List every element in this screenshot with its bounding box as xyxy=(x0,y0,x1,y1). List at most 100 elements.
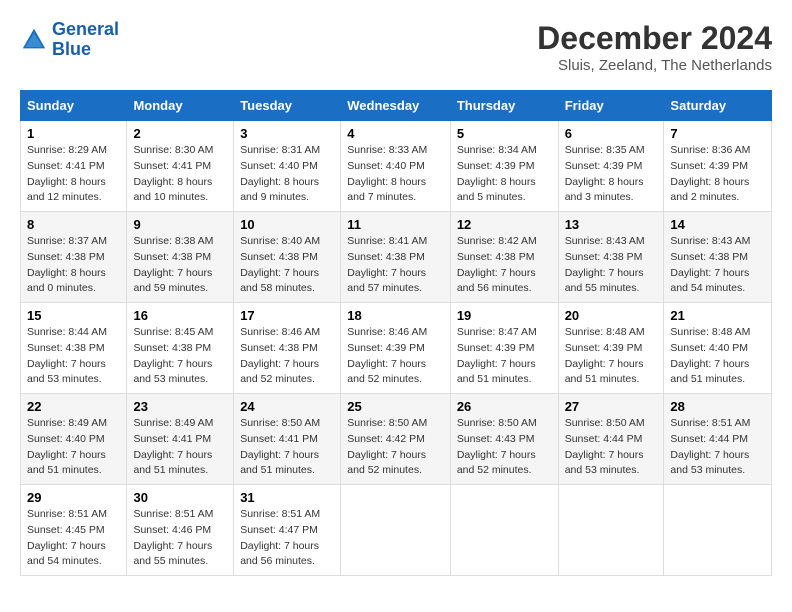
calendar-cell: 13 Sunrise: 8:43 AM Sunset: 4:38 PM Dayl… xyxy=(558,212,664,303)
day-info: Sunrise: 8:50 AM Sunset: 4:42 PM Dayligh… xyxy=(347,416,444,479)
day-info: Sunrise: 8:48 AM Sunset: 4:40 PM Dayligh… xyxy=(670,325,765,388)
calendar-cell: 3 Sunrise: 8:31 AM Sunset: 4:40 PM Dayli… xyxy=(234,121,341,212)
day-info: Sunrise: 8:51 AM Sunset: 4:47 PM Dayligh… xyxy=(240,507,334,570)
calendar-cell: 8 Sunrise: 8:37 AM Sunset: 4:38 PM Dayli… xyxy=(21,212,127,303)
calendar-cell: 28 Sunrise: 8:51 AM Sunset: 4:44 PM Dayl… xyxy=(664,394,772,485)
calendar-cell: 19 Sunrise: 8:47 AM Sunset: 4:39 PM Dayl… xyxy=(450,303,558,394)
calendar-week-row: 8 Sunrise: 8:37 AM Sunset: 4:38 PM Dayli… xyxy=(21,212,772,303)
day-number: 5 xyxy=(457,126,552,141)
calendar-cell: 25 Sunrise: 8:50 AM Sunset: 4:42 PM Dayl… xyxy=(341,394,451,485)
day-info: Sunrise: 8:50 AM Sunset: 4:43 PM Dayligh… xyxy=(457,416,552,479)
day-number: 23 xyxy=(133,399,227,414)
day-info: Sunrise: 8:29 AM Sunset: 4:41 PM Dayligh… xyxy=(27,143,120,206)
day-number: 9 xyxy=(133,217,227,232)
day-info: Sunrise: 8:44 AM Sunset: 4:38 PM Dayligh… xyxy=(27,325,120,388)
day-info: Sunrise: 8:45 AM Sunset: 4:38 PM Dayligh… xyxy=(133,325,227,388)
day-number: 15 xyxy=(27,308,120,323)
day-number: 14 xyxy=(670,217,765,232)
day-number: 4 xyxy=(347,126,444,141)
calendar-week-row: 1 Sunrise: 8:29 AM Sunset: 4:41 PM Dayli… xyxy=(21,121,772,212)
column-header-thursday: Thursday xyxy=(450,91,558,121)
day-number: 13 xyxy=(565,217,658,232)
calendar-cell: 11 Sunrise: 8:41 AM Sunset: 4:38 PM Dayl… xyxy=(341,212,451,303)
calendar-cell xyxy=(341,485,451,576)
calendar-cell: 2 Sunrise: 8:30 AM Sunset: 4:41 PM Dayli… xyxy=(127,121,234,212)
location: Sluis, Zeeland, The Netherlands xyxy=(537,57,772,74)
column-header-monday: Monday xyxy=(127,91,234,121)
day-info: Sunrise: 8:51 AM Sunset: 4:45 PM Dayligh… xyxy=(27,507,120,570)
calendar-cell: 9 Sunrise: 8:38 AM Sunset: 4:38 PM Dayli… xyxy=(127,212,234,303)
day-info: Sunrise: 8:41 AM Sunset: 4:38 PM Dayligh… xyxy=(347,234,444,297)
calendar-cell: 21 Sunrise: 8:48 AM Sunset: 4:40 PM Dayl… xyxy=(664,303,772,394)
logo: General Blue xyxy=(20,20,119,60)
calendar-cell: 22 Sunrise: 8:49 AM Sunset: 4:40 PM Dayl… xyxy=(21,394,127,485)
calendar-cell: 5 Sunrise: 8:34 AM Sunset: 4:39 PM Dayli… xyxy=(450,121,558,212)
calendar-cell: 4 Sunrise: 8:33 AM Sunset: 4:40 PM Dayli… xyxy=(341,121,451,212)
logo-icon xyxy=(20,26,48,54)
column-header-friday: Friday xyxy=(558,91,664,121)
column-header-saturday: Saturday xyxy=(664,91,772,121)
calendar-week-row: 15 Sunrise: 8:44 AM Sunset: 4:38 PM Dayl… xyxy=(21,303,772,394)
calendar-table: SundayMondayTuesdayWednesdayThursdayFrid… xyxy=(20,90,772,576)
day-info: Sunrise: 8:50 AM Sunset: 4:41 PM Dayligh… xyxy=(240,416,334,479)
calendar-cell: 18 Sunrise: 8:46 AM Sunset: 4:39 PM Dayl… xyxy=(341,303,451,394)
day-number: 26 xyxy=(457,399,552,414)
day-number: 6 xyxy=(565,126,658,141)
day-number: 27 xyxy=(565,399,658,414)
calendar-cell: 6 Sunrise: 8:35 AM Sunset: 4:39 PM Dayli… xyxy=(558,121,664,212)
day-info: Sunrise: 8:33 AM Sunset: 4:40 PM Dayligh… xyxy=(347,143,444,206)
day-number: 2 xyxy=(133,126,227,141)
column-header-wednesday: Wednesday xyxy=(341,91,451,121)
calendar-cell: 29 Sunrise: 8:51 AM Sunset: 4:45 PM Dayl… xyxy=(21,485,127,576)
day-info: Sunrise: 8:47 AM Sunset: 4:39 PM Dayligh… xyxy=(457,325,552,388)
calendar-cell: 20 Sunrise: 8:48 AM Sunset: 4:39 PM Dayl… xyxy=(558,303,664,394)
calendar-week-row: 22 Sunrise: 8:49 AM Sunset: 4:40 PM Dayl… xyxy=(21,394,772,485)
day-info: Sunrise: 8:42 AM Sunset: 4:38 PM Dayligh… xyxy=(457,234,552,297)
logo-text: General Blue xyxy=(52,20,119,60)
calendar-cell xyxy=(664,485,772,576)
calendar-cell: 7 Sunrise: 8:36 AM Sunset: 4:39 PM Dayli… xyxy=(664,121,772,212)
day-number: 17 xyxy=(240,308,334,323)
day-number: 24 xyxy=(240,399,334,414)
calendar-cell: 17 Sunrise: 8:46 AM Sunset: 4:38 PM Dayl… xyxy=(234,303,341,394)
day-number: 1 xyxy=(27,126,120,141)
calendar-cell: 15 Sunrise: 8:44 AM Sunset: 4:38 PM Dayl… xyxy=(21,303,127,394)
day-number: 3 xyxy=(240,126,334,141)
day-info: Sunrise: 8:46 AM Sunset: 4:39 PM Dayligh… xyxy=(347,325,444,388)
calendar-cell: 26 Sunrise: 8:50 AM Sunset: 4:43 PM Dayl… xyxy=(450,394,558,485)
day-info: Sunrise: 8:37 AM Sunset: 4:38 PM Dayligh… xyxy=(27,234,120,297)
calendar-cell xyxy=(450,485,558,576)
calendar-cell: 27 Sunrise: 8:50 AM Sunset: 4:44 PM Dayl… xyxy=(558,394,664,485)
day-info: Sunrise: 8:46 AM Sunset: 4:38 PM Dayligh… xyxy=(240,325,334,388)
calendar-cell: 31 Sunrise: 8:51 AM Sunset: 4:47 PM Dayl… xyxy=(234,485,341,576)
title-block: December 2024 Sluis, Zeeland, The Nether… xyxy=(537,20,772,74)
day-number: 29 xyxy=(27,490,120,505)
day-info: Sunrise: 8:38 AM Sunset: 4:38 PM Dayligh… xyxy=(133,234,227,297)
calendar-cell: 30 Sunrise: 8:51 AM Sunset: 4:46 PM Dayl… xyxy=(127,485,234,576)
day-number: 7 xyxy=(670,126,765,141)
day-info: Sunrise: 8:51 AM Sunset: 4:44 PM Dayligh… xyxy=(670,416,765,479)
day-info: Sunrise: 8:43 AM Sunset: 4:38 PM Dayligh… xyxy=(565,234,658,297)
calendar-cell: 23 Sunrise: 8:49 AM Sunset: 4:41 PM Dayl… xyxy=(127,394,234,485)
day-number: 11 xyxy=(347,217,444,232)
column-header-tuesday: Tuesday xyxy=(234,91,341,121)
day-number: 19 xyxy=(457,308,552,323)
day-number: 22 xyxy=(27,399,120,414)
day-info: Sunrise: 8:43 AM Sunset: 4:38 PM Dayligh… xyxy=(670,234,765,297)
calendar-week-row: 29 Sunrise: 8:51 AM Sunset: 4:45 PM Dayl… xyxy=(21,485,772,576)
day-number: 18 xyxy=(347,308,444,323)
page-header: General Blue December 2024 Sluis, Zeelan… xyxy=(20,20,772,74)
calendar-cell: 10 Sunrise: 8:40 AM Sunset: 4:38 PM Dayl… xyxy=(234,212,341,303)
day-info: Sunrise: 8:51 AM Sunset: 4:46 PM Dayligh… xyxy=(133,507,227,570)
day-info: Sunrise: 8:50 AM Sunset: 4:44 PM Dayligh… xyxy=(565,416,658,479)
column-header-sunday: Sunday xyxy=(21,91,127,121)
day-info: Sunrise: 8:48 AM Sunset: 4:39 PM Dayligh… xyxy=(565,325,658,388)
day-number: 10 xyxy=(240,217,334,232)
calendar-cell: 1 Sunrise: 8:29 AM Sunset: 4:41 PM Dayli… xyxy=(21,121,127,212)
day-info: Sunrise: 8:35 AM Sunset: 4:39 PM Dayligh… xyxy=(565,143,658,206)
day-info: Sunrise: 8:40 AM Sunset: 4:38 PM Dayligh… xyxy=(240,234,334,297)
day-info: Sunrise: 8:49 AM Sunset: 4:41 PM Dayligh… xyxy=(133,416,227,479)
calendar-cell: 24 Sunrise: 8:50 AM Sunset: 4:41 PM Dayl… xyxy=(234,394,341,485)
month-title: December 2024 xyxy=(537,20,772,57)
day-number: 8 xyxy=(27,217,120,232)
